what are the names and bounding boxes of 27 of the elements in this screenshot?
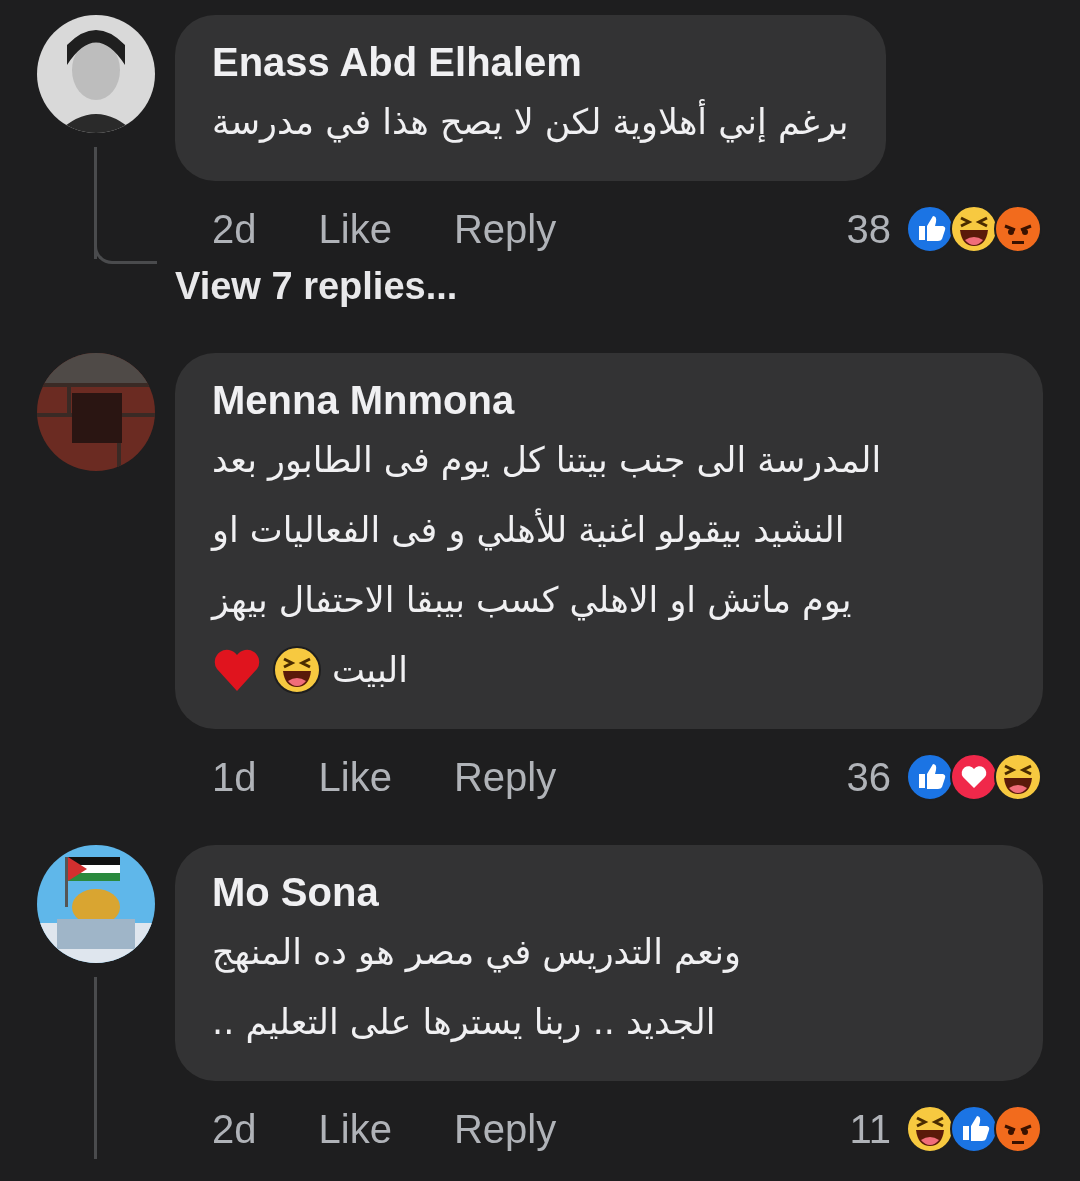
reaction-count: 11 — [849, 1106, 891, 1152]
author-name: Mo Sona — [212, 869, 380, 916]
like-button[interactable]: Like — [318, 206, 392, 252]
comment-time: 2d — [212, 1106, 257, 1152]
comment-text: برغم إني أهلاوية لكن لا يصح هذا في مدرسة — [212, 87, 849, 157]
comment-text: ونعم التدريس في مصر هو ده المنهج — [212, 931, 741, 975]
comment-text: الجديد .. ربنا يسترها على التعليم .. — [212, 1001, 716, 1045]
comment-text: البيت — [332, 649, 408, 692]
reaction-count: 36 — [846, 754, 891, 800]
reaction-count: 38 — [846, 206, 891, 252]
angry-face-icon — [993, 1104, 1043, 1154]
comment-text: النشيد بيقولو اغنية للأهلي و فى الفعاليات او — [212, 507, 845, 553]
comment-time: 1d — [212, 754, 257, 800]
view-replies-link[interactable]: View 7 replies... — [175, 265, 458, 308]
laughing-face-icon — [993, 752, 1043, 802]
like-button[interactable]: Like — [318, 1106, 392, 1152]
comment-time: 2d — [212, 206, 257, 252]
laughing-face-icon — [272, 645, 322, 695]
comment-text: يوم ماتش او الاهلي كسب بيبقا الاحتفال بيهز — [212, 579, 852, 623]
angry-face-icon — [993, 204, 1043, 254]
reply-button[interactable]: Reply — [453, 754, 557, 800]
reply-button[interactable]: Reply — [453, 1106, 557, 1152]
author-name: Menna Mnmona — [212, 377, 516, 424]
reply-button[interactable]: Reply — [453, 206, 557, 252]
author-name: Enass Abd Elhalem — [212, 39, 583, 86]
like-button[interactable]: Like — [318, 754, 392, 800]
comment-text: المدرسة الى جنب بيتنا كل يوم فى الطابور بعد — [212, 439, 882, 483]
